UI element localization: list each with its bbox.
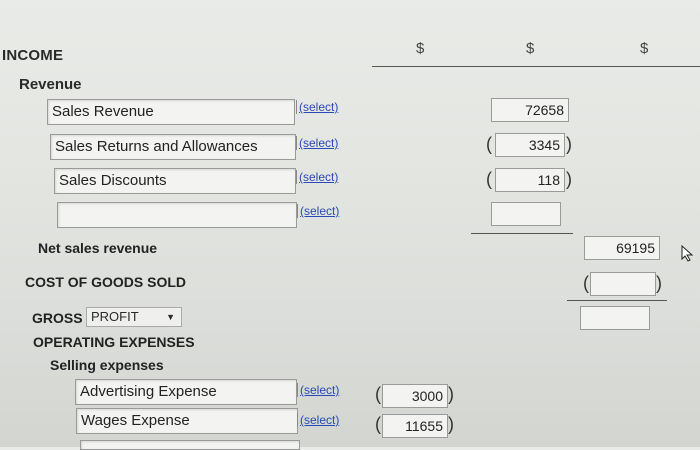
net-sales-amount-input[interactable]: 69195	[584, 236, 660, 260]
net-sales-label: Net sales revenue	[38, 240, 158, 256]
sales-returns-select-link[interactable]: (select)	[296, 136, 338, 150]
header-underline	[372, 66, 700, 67]
sales-revenue-select-link[interactable]: (select)	[296, 100, 338, 114]
revenue-heading: Revenue	[19, 76, 82, 93]
advertising-expense-account-field[interactable]: Advertising Expense	[75, 379, 297, 405]
revenue-subtotal-rule	[471, 233, 573, 234]
sales-returns-close-paren: )	[566, 134, 572, 154]
wages-expense-select-link[interactable]: (select)	[297, 413, 339, 427]
mouse-cursor-icon	[680, 244, 696, 262]
gross-type-dropdown[interactable]: PROFIT ▼	[86, 307, 182, 327]
blank-revenue-select-link[interactable]: (select)	[297, 204, 339, 218]
next-expense-account-field[interactable]	[80, 440, 300, 450]
sales-discounts-amount-input[interactable]: 118	[495, 168, 565, 192]
wages-expense-account-field[interactable]: Wages Expense	[76, 408, 298, 434]
advertising-open-paren: (	[375, 384, 381, 404]
sales-returns-open-paren: (	[486, 134, 492, 154]
advertising-amount-input[interactable]: 3000	[382, 384, 448, 408]
wages-amount-input[interactable]: 11655	[382, 414, 448, 438]
sales-revenue-account-field[interactable]: Sales Revenue	[47, 99, 295, 125]
cogs-label: COST OF GOODS SOLD	[25, 274, 187, 290]
wages-open-paren: (	[375, 414, 381, 434]
currency-symbol-col2: $	[526, 40, 535, 57]
operating-expenses-heading: OPERATING EXPENSES	[33, 334, 195, 350]
advertising-close-paren: )	[448, 384, 454, 404]
sales-returns-amount-input[interactable]: 3345	[495, 133, 565, 157]
currency-symbol-col1: $	[416, 40, 425, 57]
gross-label: GROSS	[32, 310, 83, 326]
advertising-expense-select-link[interactable]: (select)	[297, 383, 339, 397]
sales-discounts-select-link[interactable]: (select)	[296, 170, 338, 184]
selling-expenses-heading: Selling expenses	[50, 357, 164, 373]
cogs-close-paren: )	[656, 273, 662, 293]
cogs-open-paren: (	[583, 273, 589, 293]
currency-symbol-col3: $	[640, 40, 649, 57]
sales-discounts-close-paren: )	[566, 169, 572, 189]
blank-revenue-account-field[interactable]	[57, 202, 297, 228]
sales-discounts-open-paren: (	[486, 169, 492, 189]
gross-profit-amount-input[interactable]	[580, 306, 650, 330]
chevron-down-icon: ▼	[166, 312, 175, 322]
cogs-subtotal-rule	[567, 300, 667, 301]
wages-close-paren: )	[448, 414, 454, 434]
sales-returns-account-field[interactable]: Sales Returns and Allowances	[50, 134, 296, 160]
sales-discounts-account-field[interactable]: Sales Discounts	[54, 168, 296, 194]
income-heading: INCOME	[2, 47, 64, 64]
cogs-amount-input[interactable]	[590, 272, 656, 296]
blank-revenue-amount-input[interactable]	[491, 202, 561, 226]
sales-revenue-amount-input[interactable]: 72658	[491, 98, 569, 122]
gross-type-dropdown-value: PROFIT	[91, 309, 139, 324]
